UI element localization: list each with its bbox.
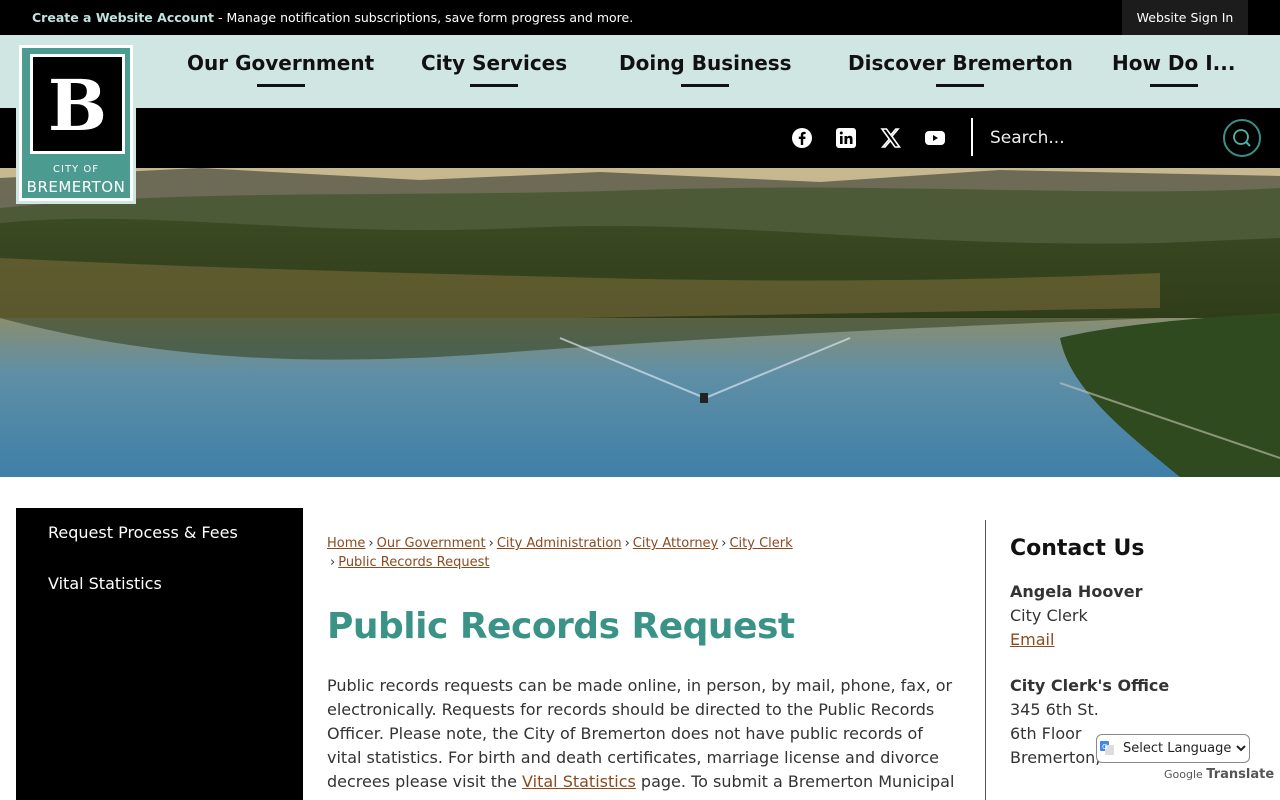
google-translate-icon: G [1100,741,1114,755]
nav-label: Our Government [187,51,375,75]
x-icon[interactable] [879,126,903,150]
bremerton-waterfront-photo [0,168,1280,477]
svg-text:G: G [1102,743,1107,751]
contact-address-line3: Bremerton, [1010,748,1101,767]
nav-label: City Services [421,51,568,75]
nav-underline [470,84,519,87]
breadcrumb-city-clerk[interactable]: City Clerk [729,536,792,551]
logo-bremerton: BREMERTON [26,178,126,196]
contact-address-line2: 6th Floor [1010,724,1082,743]
contact-address-line1: 345 6th St. [1010,700,1099,719]
website-sign-in-button[interactable]: Website Sign In [1122,0,1248,35]
nav-underline [936,84,985,87]
create-account-link[interactable]: Create a Website Account [32,10,214,25]
hero-image [0,168,1280,477]
breadcrumb-city-administration[interactable]: City Administration [497,536,622,551]
nav-label: Doing Business [619,51,792,75]
left-sidebar: Request Process & Fees Vital Statistics [16,508,303,800]
logo-emblem: B [30,54,125,154]
content-divider [985,520,986,800]
sidebar-item-vital-statistics[interactable]: Vital Statistics [48,574,162,593]
search-icon [1233,129,1251,147]
search-divider [971,118,973,156]
nav-city-services[interactable]: City Services [421,51,568,87]
nav-doing-business[interactable]: Doing Business [619,51,792,87]
contact-email-link[interactable]: Email [1010,630,1054,649]
nav-label: Discover Bremerton [848,51,1073,75]
city-logo[interactable]: B CITY OF BREMERTON [16,42,136,204]
nav-how-do-i[interactable]: How Do I... [1112,51,1236,87]
breadcrumb-separator: › [368,536,374,551]
account-message: Create a Website Account - Manage notifi… [32,10,633,25]
nav-label: How Do I... [1112,51,1236,75]
contact-email: Email [1010,630,1054,649]
nav-underline [1149,84,1198,87]
translate-word: Translate [1206,767,1275,782]
breadcrumb-separator: › [624,536,630,551]
social-search-bar [0,108,1280,168]
search-input[interactable] [990,122,1210,154]
breadcrumb-public-records-request[interactable]: Public Records Request [338,555,489,570]
nav-our-government[interactable]: Our Government [187,51,375,87]
logo-panel: B CITY OF BREMERTON [22,48,130,198]
page-title: Public Records Request [327,606,795,647]
search-button[interactable] [1223,119,1261,157]
facebook-icon[interactable] [790,126,814,150]
linkedin-icon[interactable] [834,126,858,150]
main-navigation: Our Government City Services Doing Busin… [0,35,1280,108]
nav-discover-bremerton[interactable]: Discover Bremerton [848,51,1073,87]
youtube-icon[interactable] [923,126,947,150]
logo-city-of: CITY OF [53,164,99,175]
nav-underline [256,84,305,87]
language-select[interactable]: Select Language [1096,734,1250,763]
breadcrumb-home[interactable]: Home [327,536,365,551]
logo-letter: B [47,64,108,147]
breadcrumb: Home › Our Government › City Administration ›… [327,534,967,572]
top-bar: Create a Website Account - Manage notifi… [0,0,1280,35]
google-wordmark: Google [1164,768,1203,781]
body-text-part2: page. To submit a Bremerton Municipal [635,772,955,791]
page-body: Public records requests can be made onli… [327,674,962,794]
sidebar-item-request-process[interactable]: Request Process & Fees [48,523,238,542]
breadcrumb-separator: › [721,536,727,551]
breadcrumb-separator: › [488,536,494,551]
contact-heading: Contact Us [1010,536,1145,561]
powered-by-google[interactable]: Google Translate [1164,767,1274,782]
account-message-text: - Manage notification subscriptions, sav… [214,10,634,25]
nav-underline [681,84,730,87]
vital-statistics-link[interactable]: Vital Statistics [522,772,636,791]
contact-name: Angela Hoover [1010,582,1143,601]
contact-role: City Clerk [1010,606,1088,625]
breadcrumb-city-attorney[interactable]: City Attorney [633,536,718,551]
breadcrumb-our-government[interactable]: Our Government [377,536,486,551]
breadcrumb-separator: › [330,555,336,570]
contact-office: City Clerk's Office [1010,676,1170,695]
